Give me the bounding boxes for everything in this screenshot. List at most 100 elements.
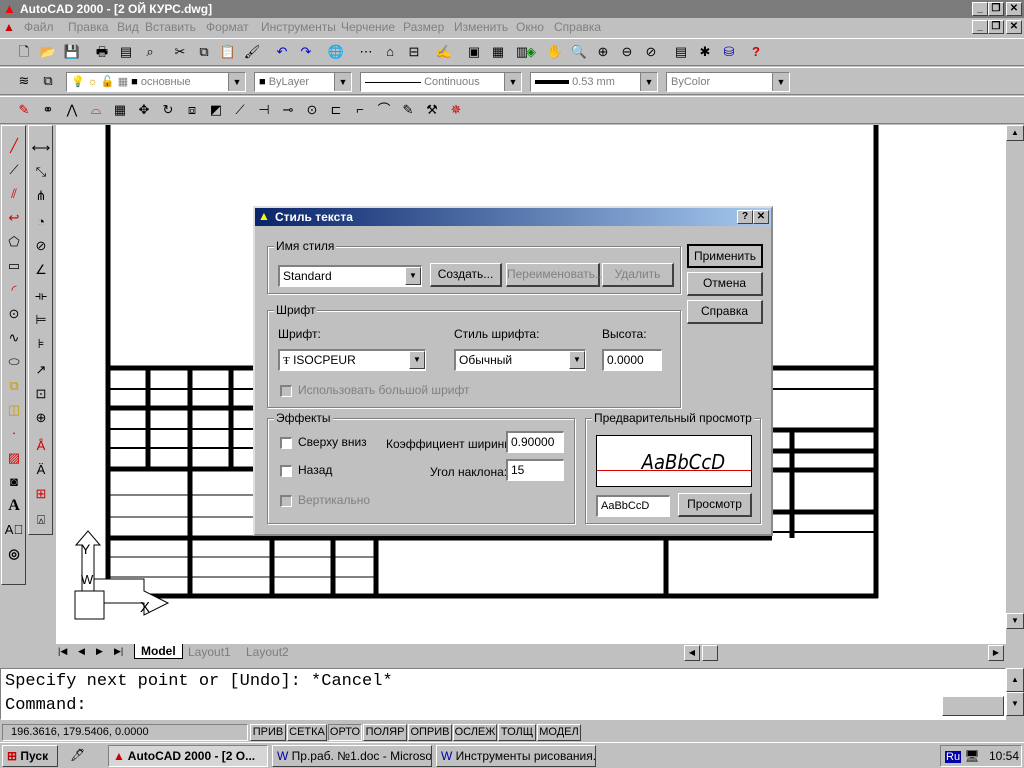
toggle-polar[interactable]: ПОЛЯР: [363, 724, 407, 741]
region-icon[interactable]: ◙: [4, 472, 24, 492]
close-button[interactable]: ✕: [1006, 2, 1022, 16]
menu-file[interactable]: Файл: [24, 20, 54, 34]
donut-icon[interactable]: ◎: [4, 544, 24, 564]
linetype-dropdown[interactable]: Continuous ▼: [360, 72, 522, 92]
save-icon[interactable]: 💾: [62, 43, 82, 61]
task-word[interactable]: W Пр.раб. №1.doc - Microso...: [272, 745, 432, 767]
print-preview-icon[interactable]: ▤: [116, 43, 136, 61]
scroll-down-icon[interactable]: ▼: [1006, 613, 1024, 629]
tab-first-icon[interactable]: |◀: [58, 646, 67, 657]
minimize-button[interactable]: _: [972, 2, 988, 16]
offset-icon[interactable]: ⌓: [86, 101, 106, 119]
command-window[interactable]: Specify next point or [Undo]: *Cancel* C…: [0, 668, 1006, 720]
create-style-button[interactable]: Создать...: [430, 263, 502, 287]
mirror-icon[interactable]: ⋀: [62, 101, 82, 119]
make-layer-current-icon[interactable]: ≋: [14, 72, 34, 90]
circle-icon[interactable]: ⊙: [4, 304, 24, 324]
help-icon[interactable]: ?: [746, 43, 766, 61]
preview-button[interactable]: Просмотр: [678, 493, 752, 517]
line-icon[interactable]: ╱: [4, 136, 24, 156]
menu-tools[interactable]: Инструменты: [261, 20, 336, 34]
polyline-icon[interactable]: ↩: [4, 208, 24, 228]
scroll-right-icon[interactable]: ▶: [988, 645, 1004, 661]
redraw-icon[interactable]: ✍: [434, 43, 454, 61]
upside-down-checkbox[interactable]: [280, 437, 292, 449]
diameter-dimension-icon[interactable]: ⊘: [31, 236, 51, 256]
menu-insert[interactable]: Вставить: [145, 20, 196, 34]
internet-icon[interactable]: 🌐: [326, 43, 346, 61]
lineweight-dropdown[interactable]: 0.53 mm ▼: [530, 72, 658, 92]
array-icon[interactable]: ▦: [110, 101, 130, 119]
delete-style-button[interactable]: Удалить: [602, 263, 674, 287]
menu-dimension[interactable]: Размер: [403, 20, 444, 34]
command-scrollbar[interactable]: ▲ ▼: [1006, 668, 1024, 720]
distance-icon[interactable]: ⊟: [404, 43, 424, 61]
bigfont-checkbox[interactable]: [280, 385, 292, 397]
multiline-text-icon[interactable]: A: [4, 496, 24, 516]
preview-text-input[interactable]: AaBbCcD: [596, 495, 670, 517]
zoom-realtime-icon[interactable]: 🔍: [569, 43, 589, 61]
hatch-icon[interactable]: ▨: [4, 448, 24, 468]
single-line-text-icon[interactable]: A⃞: [4, 520, 24, 540]
toggle-model[interactable]: МОДЕЛ: [537, 724, 581, 741]
menu-modify[interactable]: Изменить: [454, 20, 508, 34]
move-icon[interactable]: ✥: [134, 101, 154, 119]
dimension-style-icon[interactable]: ⍓: [31, 510, 51, 530]
color-dropdown[interactable]: ■ ByLayer ▼: [254, 72, 352, 92]
toggle-otrack[interactable]: ОСЛЕЖ: [453, 724, 497, 741]
construction-line-icon[interactable]: ⟋: [4, 160, 24, 180]
doc-close-button[interactable]: ✕: [1006, 20, 1022, 34]
menu-edit[interactable]: Правка: [68, 20, 109, 34]
dimension-edit-icon[interactable]: Å: [31, 436, 51, 456]
tab-layout2[interactable]: Layout2: [242, 645, 293, 659]
scroll-left-icon[interactable]: ◀: [684, 645, 700, 661]
erase-icon[interactable]: ✎: [14, 101, 34, 119]
dimension-update-icon[interactable]: ⊞: [31, 484, 51, 504]
baseline-dimension-icon[interactable]: ⊨: [31, 310, 51, 330]
arc-icon[interactable]: ◜: [4, 280, 24, 300]
new-icon[interactable]: 🗋: [14, 43, 34, 61]
menu-help[interactable]: Справка: [554, 20, 601, 34]
rotate-icon[interactable]: ↻: [158, 101, 178, 119]
spellcheck-icon[interactable]: ⌕: [140, 43, 160, 61]
copy-object-icon[interactable]: ⚭: [38, 101, 58, 119]
explode-object-icon[interactable]: ✵: [446, 101, 466, 119]
toggle-osnap[interactable]: ОПРИВ: [408, 724, 452, 741]
quick-dimension-icon[interactable]: ⟛: [31, 286, 51, 306]
dialog-close-icon[interactable]: ✕: [753, 210, 769, 224]
zoom-extents-icon[interactable]: ⊘: [641, 43, 661, 61]
ellipse-icon[interactable]: ⬭: [4, 352, 24, 372]
break-at-point-icon[interactable]: ⊏: [326, 101, 346, 119]
open-icon[interactable]: 📂: [38, 43, 58, 61]
snap-from-icon[interactable]: ⋯: [356, 43, 376, 61]
backwards-checkbox[interactable]: [280, 465, 292, 477]
plotstyle-dropdown[interactable]: ByColor ▼: [666, 72, 790, 92]
extend-icon[interactable]: ⊸: [278, 101, 298, 119]
center-mark-icon[interactable]: ⊕: [31, 408, 51, 428]
font-style-dropdown[interactable]: Обычный ▼: [454, 349, 586, 371]
lengthen-icon[interactable]: ⟋: [230, 101, 250, 119]
vertical-checkbox[interactable]: [280, 495, 292, 507]
cancel-button[interactable]: Отмена: [687, 272, 763, 296]
font-dropdown[interactable]: Ŧ ISOCPEUR ▼: [278, 349, 426, 371]
paste-icon[interactable]: 📋: [218, 43, 238, 61]
zoom-window-icon[interactable]: ⊕: [593, 43, 613, 61]
stretch-icon[interactable]: ◩: [206, 101, 226, 119]
tab-prev-icon[interactable]: ◀: [78, 646, 85, 657]
layer-dropdown[interactable]: 💡 ☼ 🔓 ▦ ■ основные ▼: [66, 72, 246, 92]
fillet-icon[interactable]: ⌒: [374, 101, 394, 119]
3d-orbit-icon[interactable]: ◈: [521, 43, 541, 61]
restore-button[interactable]: ❐: [988, 2, 1004, 16]
point-icon[interactable]: ⸱: [4, 424, 24, 444]
copy-icon[interactable]: ⧉: [194, 43, 214, 61]
radius-dimension-icon[interactable]: ◔: [31, 212, 51, 232]
doc-minimize-button[interactable]: _: [972, 20, 988, 34]
toggle-grid[interactable]: СЕТКА: [287, 724, 327, 741]
make-block-icon[interactable]: ◫: [4, 400, 24, 420]
redo-icon[interactable]: ↷: [296, 43, 316, 61]
style-dropdown[interactable]: Standard ▼: [278, 265, 422, 287]
hscroll-thumb[interactable]: [702, 645, 718, 661]
design-center-icon[interactable]: ✱: [695, 43, 715, 61]
task-autocad[interactable]: ▲ AutoCAD 2000 - [2 О...: [108, 745, 268, 767]
dimension-text-edit-icon[interactable]: Ä: [31, 460, 51, 480]
